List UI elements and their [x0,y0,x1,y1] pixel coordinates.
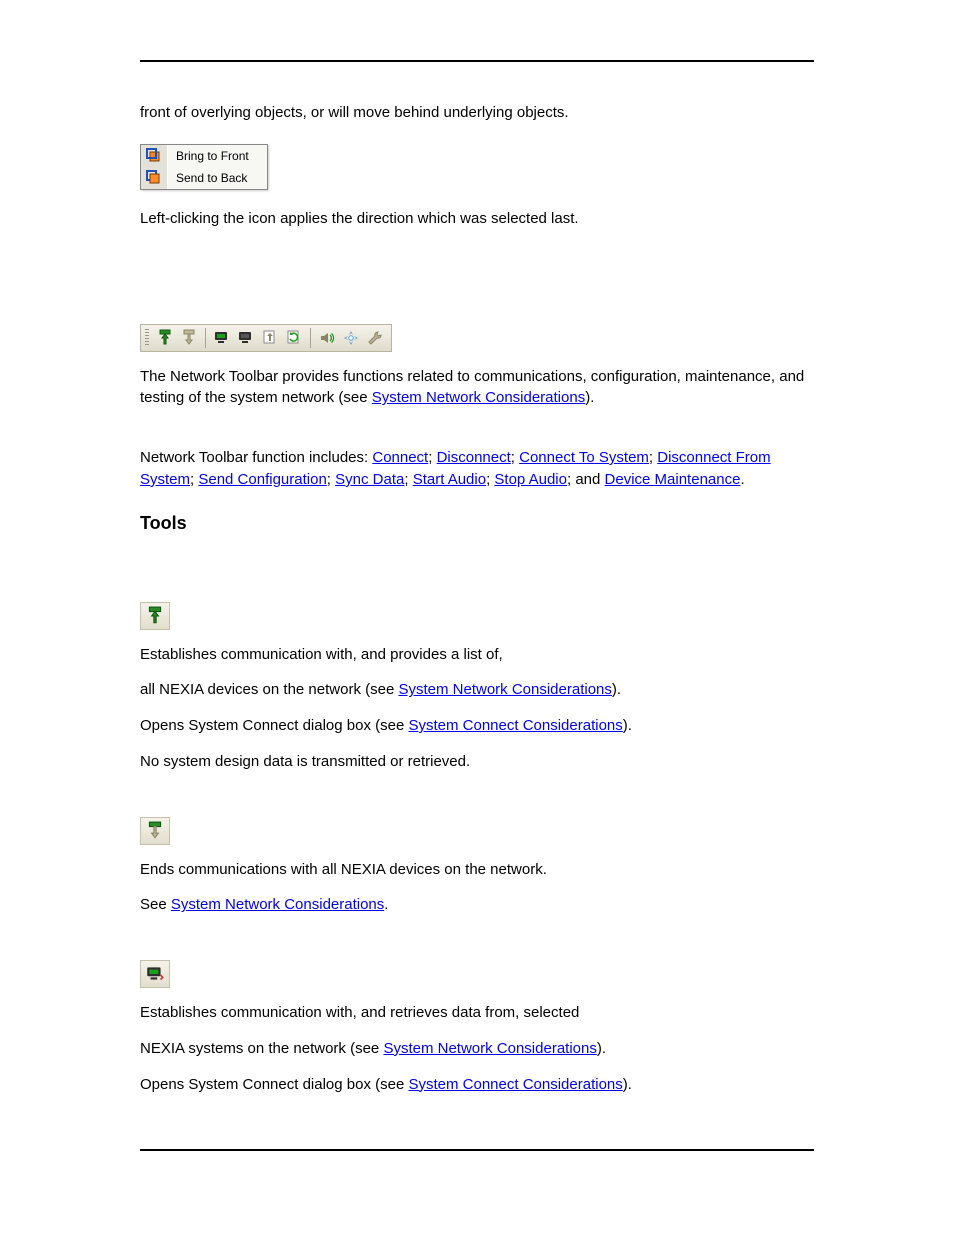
text: ; [327,471,335,488]
system-network-considerations-link[interactable]: System Network Considerations [372,389,585,406]
sync-data-icon [285,329,303,347]
connect-to-system-icon [213,329,231,347]
connect-system-line-3: Opens System Connect dialog box (see Sys… [140,1074,814,1096]
text: ; [428,449,436,466]
disconnect-icon [145,821,165,841]
send-configuration-icon [261,329,279,347]
text: ). [623,717,632,734]
start-audio-icon [318,329,336,347]
text: ). [623,1076,632,1093]
system-connect-considerations-link[interactable]: System Connect Considerations [408,717,622,734]
device-maintenance-link[interactable]: Device Maintenance [605,471,741,488]
start-audio-button[interactable] [316,327,338,349]
menu-item-bring-to-front[interactable]: Bring to Front [141,145,267,167]
disconnect-button[interactable] [178,327,200,349]
connect-system-line-2: NEXIA systems on the network (see System… [140,1038,814,1060]
connect-link[interactable]: Connect [372,449,428,466]
disconnect-link[interactable]: Disconnect [437,449,511,466]
connect-line-1: Establishes communication with, and prov… [140,644,814,666]
send-configuration-button[interactable] [259,327,281,349]
disconnect-line-2: See System Network Considerations. [140,894,814,916]
network-toolbar-paragraph: The Network Toolbar provides functions r… [140,366,814,410]
text: ). [585,389,594,406]
disconnect-line-1: Ends communications with all NEXIA devic… [140,859,814,881]
disconnect-icon [180,329,198,347]
intro-paragraph-1: front of overlying objects, or will move… [140,102,814,124]
device-maintenance-icon [366,329,384,347]
system-network-considerations-link[interactable]: System Network Considerations [383,1040,596,1057]
connect-line-4: No system design data is transmitted or … [140,751,814,773]
menu-item-label: Send to Back [168,171,247,185]
text: Opens System Connect dialog box (see [140,1076,408,1093]
text: ; [649,449,657,466]
menu-item-send-to-back[interactable]: Send to Back [141,167,267,189]
text: ; [511,449,519,466]
connect-button[interactable] [154,327,176,349]
connect-to-system-button[interactable] [211,327,233,349]
text: . [384,896,388,913]
text: and [575,471,604,488]
send-to-back-icon [141,167,168,189]
toolbar-separator [310,328,311,348]
connect-line-3: Opens System Connect dialog box (see Sys… [140,715,814,737]
system-connect-considerations-link[interactable]: System Connect Considerations [408,1076,622,1093]
sync-data-button[interactable] [283,327,305,349]
connect-to-system-icon [145,964,165,984]
disconnect-from-system-button[interactable] [235,327,257,349]
connect-tool-icon-box [140,602,170,630]
text: NEXIA systems on the network (see [140,1040,383,1057]
connect-icon [145,606,165,626]
zorder-dropdown-menu: Bring to Front Send to Back [140,144,268,190]
connect-icon [156,329,174,347]
device-maintenance-button[interactable] [364,327,386,349]
bottom-rule [140,1149,814,1151]
text: See [140,896,171,913]
text: Network Toolbar function includes: [140,449,372,466]
intro-paragraph-2: Left-clicking the icon applies the direc… [140,208,814,230]
disconnect-from-system-icon [237,329,255,347]
text: ). [612,681,621,698]
system-network-considerations-link[interactable]: System Network Considerations [398,681,611,698]
toolbar-grip [145,329,149,347]
system-network-considerations-link[interactable]: System Network Considerations [171,896,384,913]
connect-line-2: all NEXIA devices on the network (see Sy… [140,679,814,701]
disconnect-tool-icon-box [140,817,170,845]
text: Opens System Connect dialog box (see [140,717,408,734]
menu-item-label: Bring to Front [168,149,249,163]
text: all NEXIA devices on the network (see [140,681,398,698]
text: ; [404,471,412,488]
stop-audio-icon [342,329,360,347]
send-configuration-link[interactable]: Send Configuration [198,471,326,488]
text: . [740,471,744,488]
bring-to-front-icon [141,145,168,167]
start-audio-link[interactable]: Start Audio [413,471,486,488]
toolbar-separator [205,328,206,348]
stop-audio-link[interactable]: Stop Audio [494,471,567,488]
stop-audio-button[interactable] [340,327,362,349]
network-toolbar [140,324,392,352]
text: ). [597,1040,606,1057]
sync-data-link[interactable]: Sync Data [335,471,404,488]
connect-system-line-1: Establishes communication with, and retr… [140,1002,814,1024]
connect-to-system-tool-icon-box [140,960,170,988]
network-toolbar-functions: Network Toolbar function includes: Conne… [140,447,814,491]
tools-heading: Tools [140,513,814,534]
connect-to-system-link[interactable]: Connect To System [519,449,649,466]
